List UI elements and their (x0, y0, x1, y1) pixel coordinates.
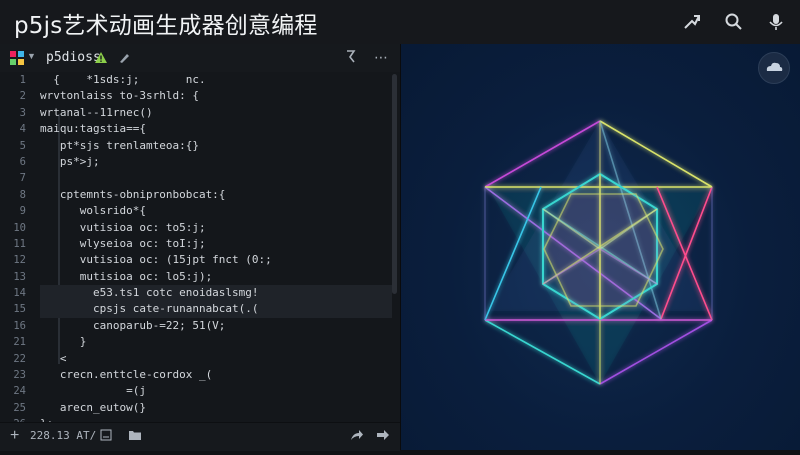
run-hook-icon[interactable] (344, 49, 358, 66)
line-number: 22 (13, 352, 26, 365)
line-number: 7 (19, 172, 26, 185)
code-line: cptemnts-obnipronbobcat:{ (40, 187, 226, 201)
search-icon[interactable] (724, 12, 744, 32)
more-menu-button[interactable]: ⋯ (374, 49, 388, 66)
warning-icon[interactable] (94, 51, 108, 64)
share-arrow-icon[interactable] (682, 12, 702, 32)
code-line: =(j (40, 384, 146, 398)
add-button[interactable]: + (10, 427, 19, 445)
line-number: 13 (13, 270, 26, 283)
chevron-down-icon[interactable]: ▼ (27, 51, 36, 61)
line-number: 9 (19, 205, 26, 218)
line-number: 1 (19, 74, 26, 86)
line-number: 4 (19, 123, 26, 136)
line-number: 25 (13, 401, 26, 414)
code-line: wolsrido*{ (40, 204, 146, 218)
line-number: 21 (13, 336, 26, 349)
code-line: } (40, 335, 87, 349)
line-number: 10 (13, 221, 26, 234)
code-line: cpsjs cate-runannabcat(.( (40, 301, 392, 318)
p5-logo-icon[interactable] (10, 51, 24, 65)
code-line: ps*>j; (40, 154, 100, 168)
editor-tab-bar: ▼ p5dioss ⋯ (0, 44, 400, 72)
line-number: 2 (19, 90, 26, 103)
cloud-icon (766, 62, 783, 71)
microphone-icon[interactable] (766, 12, 786, 32)
code-line: e53.ts1 cotc enoidaslsmg! (40, 285, 392, 302)
code-line: wlyseioa oc: toI:j; (40, 236, 206, 250)
cursor-position: 228.13 AT/ (30, 429, 97, 442)
code-line: maiqu:tagstia=={ (40, 122, 146, 136)
sketch-tab[interactable]: p5dioss (46, 50, 101, 65)
code-line: wrtanal--11rnec() (40, 105, 153, 119)
status-bar: + 228.13 AT/ (0, 422, 400, 451)
code-line: mutisioa oc: lo5:j); (40, 269, 213, 283)
code-line: pt*sjs trenlamteoa:{} (40, 138, 199, 152)
line-number: 8 (19, 188, 26, 201)
code-area[interactable]: { *1sds:j; nc. wrvtonlaiss to-3srhld: { wr… (40, 72, 392, 447)
minimize-icon[interactable] (100, 429, 112, 444)
page-title: p5js艺术动画生成器创意编程 (14, 13, 318, 39)
line-number: 16 (13, 319, 26, 332)
edit-icon[interactable] (118, 51, 130, 64)
overlay-button[interactable] (758, 52, 790, 84)
tab-actions: ⋯ (344, 49, 388, 66)
line-number: 15 (13, 303, 26, 316)
sketch-preview-canvas[interactable] (401, 44, 800, 450)
code-line: < (40, 351, 67, 365)
code-line: vutisioa oc: to5:j; (40, 220, 206, 234)
code-line: arecn_eutow(} (40, 400, 146, 414)
line-number: 12 (13, 254, 26, 267)
code-editor-panel: ▼ p5dioss ⋯ 1 2 3 4 5 6 7 8 9 10 11 12 13 14 15 16 21 22 2… (0, 44, 401, 451)
code-line: crecn.enttcle-cordox _( (40, 368, 213, 382)
line-number: 5 (19, 139, 26, 152)
line-number: 23 (13, 369, 26, 382)
star-tetrahedron-graphic (484, 120, 713, 385)
code-line: canoparub-=22; 51(V; (40, 318, 226, 332)
line-number: 24 (13, 385, 26, 398)
line-numbers: 12345678910111213141516212223242526 (0, 72, 36, 430)
code-line: vutisioa oc: (15jpt fnct (0:; (40, 253, 272, 267)
line-number: 11 (13, 237, 26, 250)
code-line: wrvtonlaiss to-3srhld: { (40, 89, 199, 103)
code-line: { *1sds:j; nc. (40, 73, 206, 86)
forward-icon[interactable] (376, 429, 390, 444)
line-number: 3 (19, 106, 26, 119)
editor-scrollbar[interactable] (392, 74, 397, 294)
line-number: 14 (13, 287, 26, 300)
folder-icon[interactable] (128, 429, 142, 444)
title-bar-actions (682, 12, 786, 32)
title-bar: p5js艺术动画生成器创意编程 (0, 0, 800, 44)
line-number: 6 (19, 155, 26, 168)
share-icon[interactable] (350, 429, 364, 444)
